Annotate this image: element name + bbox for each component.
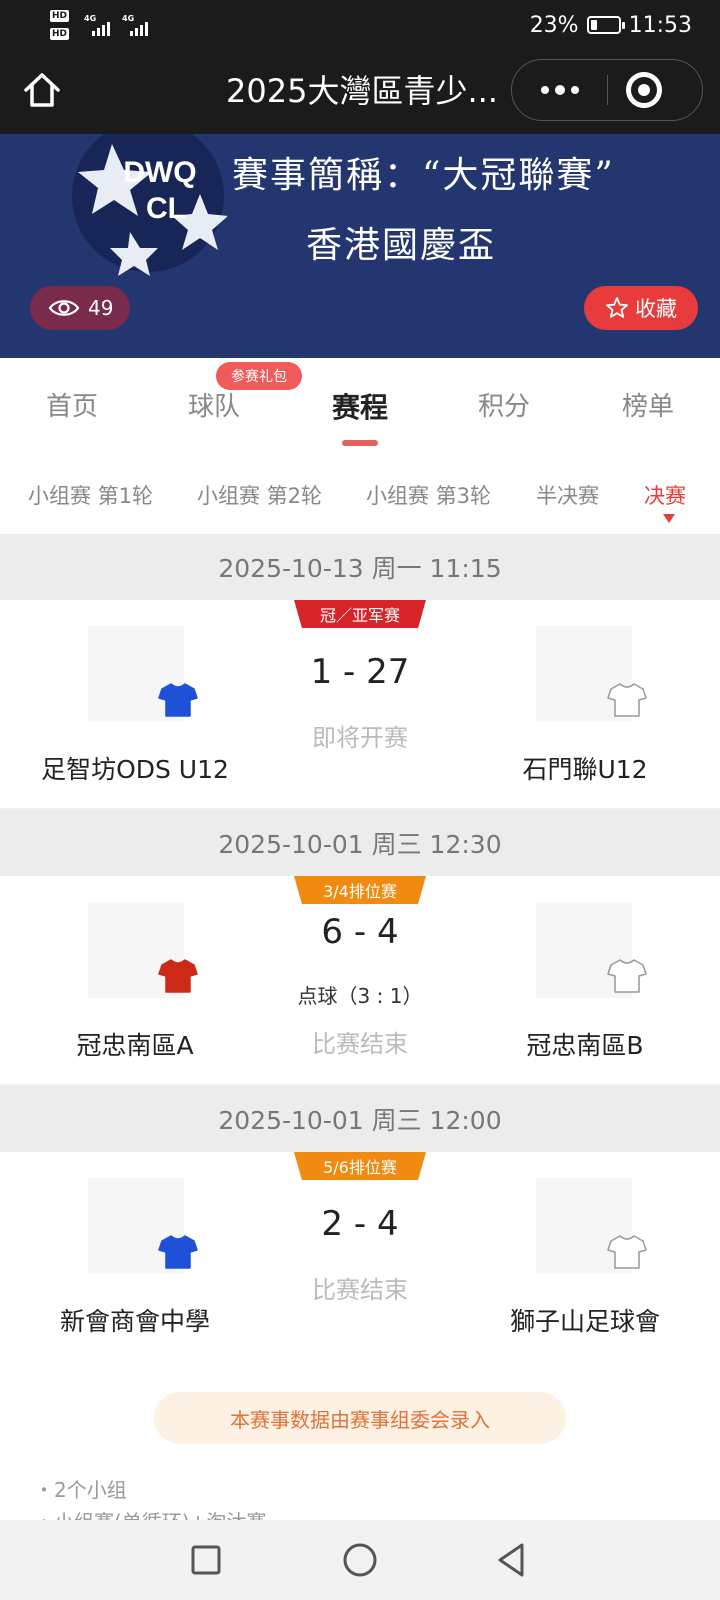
logo-text-dwq: DWQ <box>123 156 196 189</box>
home-team-name[interactable]: 冠忠南區A <box>0 1026 270 1062</box>
match-card[interactable]: 5/6排位赛 新會商會中學 2 - 4 比赛结束 獅子山足球會 <box>0 1152 720 1360</box>
favorite-button[interactable]: 收藏 <box>584 286 698 330</box>
match-score: 1 - 27 <box>310 652 410 692</box>
home-jersey-icon <box>158 1235 198 1269</box>
active-round-arrow-icon <box>663 514 675 523</box>
round-selector: 小组赛 第1轮 小组赛 第2轮 小组赛 第3轮 半决赛 决赛 <box>0 450 720 534</box>
banner-short-name: 賽事簡稱：“大冠聯賽” <box>232 155 615 196</box>
away-jersey-icon <box>607 959 647 993</box>
match-status: 即将开赛 <box>312 724 408 752</box>
home-circle-icon[interactable] <box>340 1540 380 1580</box>
tab-schedule[interactable]: 赛程 <box>310 386 410 426</box>
back-icon[interactable] <box>492 1540 532 1580</box>
hd-badge-2: HD <box>50 28 70 40</box>
active-tab-indicator <box>342 440 378 446</box>
match-stage-badge: 冠／亚军赛 <box>294 600 426 628</box>
battery-percent: 23% <box>529 12 579 38</box>
home-jersey-icon <box>158 959 198 993</box>
penalty-score: 点球（3 : 1） <box>297 984 423 1008</box>
home-team-name[interactable]: 新會商會中學 <box>0 1302 270 1338</box>
page-title: 2025大灣區青少... <box>226 72 498 110</box>
clock: 11:53 <box>628 12 692 38</box>
hd-badge-1: HD <box>50 10 70 22</box>
away-jersey-icon <box>607 1235 647 1269</box>
tab-leaderboard[interactable]: 榜单 <box>598 386 698 423</box>
network-indicators: HD HD 4G 4G <box>50 8 170 44</box>
footer-area: 本赛事数据由赛事组委会录入 ・2个小组 ・小组赛(单循环)+淘汰赛 <box>0 1340 720 1534</box>
data-source-notice: 本赛事数据由赛事组委会录入 <box>154 1392 566 1444</box>
away-jersey-icon <box>607 683 647 717</box>
favorite-label: 收藏 <box>635 297 677 321</box>
match-stage-badge: 5/6排位赛 <box>294 1152 426 1180</box>
more-icon[interactable] <box>512 60 607 120</box>
home-icon[interactable] <box>22 70 62 110</box>
signal-icon: 4G <box>84 14 114 36</box>
round-group-3[interactable]: 小组赛 第3轮 <box>366 480 491 510</box>
view-count: 49 <box>30 286 130 330</box>
rule-note: ・2个小组 <box>34 1478 127 1502</box>
away-team-name[interactable]: 獅子山足球會 <box>450 1302 720 1338</box>
tab-home[interactable]: 首页 <box>22 386 122 423</box>
status-right: 23% 11:53 <box>530 11 692 39</box>
tab-teams[interactable]: 球队 <box>164 386 264 423</box>
mini-program-capsule <box>511 59 703 121</box>
match-score: 6 - 4 <box>321 912 399 952</box>
banner-cup-name: 香港國慶盃 <box>306 225 497 266</box>
tournament-banner: DWQ CL 賽事簡稱：“大冠聯賽” 香港國慶盃 49 收藏 <box>0 134 720 358</box>
close-target-icon[interactable] <box>626 72 662 108</box>
away-team-name[interactable]: 冠忠南區B <box>450 1026 720 1062</box>
tournament-logo: DWQ CL <box>72 134 227 276</box>
away-team-name[interactable]: 石門聯U12 <box>450 750 720 786</box>
round-final[interactable]: 决赛 <box>644 480 686 510</box>
match-date: 2025-10-01 周三 12:00 <box>0 1086 720 1152</box>
system-nav-bar <box>0 1520 720 1600</box>
logo-text-cl: CL <box>146 192 186 225</box>
recent-apps-icon[interactable] <box>186 1540 226 1580</box>
status-bar: HD HD 4G 4G 23% 11:53 <box>0 0 720 50</box>
main-tabs: 首页 球队 参赛礼包 赛程 积分 榜单 <box>0 358 720 451</box>
signal-icon: 4G <box>122 14 152 36</box>
tab-standings[interactable]: 积分 <box>454 386 554 423</box>
eye-icon <box>48 300 80 316</box>
battery-icon <box>586 16 625 34</box>
round-group-1[interactable]: 小组赛 第1轮 <box>28 480 153 510</box>
round-group-2[interactable]: 小组赛 第2轮 <box>197 480 322 510</box>
match-stage-badge: 3/4排位赛 <box>294 876 426 904</box>
match-status: 比赛结束 <box>312 1276 408 1304</box>
view-count-value: 49 <box>88 296 114 320</box>
match-score: 2 - 4 <box>321 1204 399 1244</box>
match-date: 2025-10-13 周一 11:15 <box>0 534 720 600</box>
home-jersey-icon <box>158 683 198 717</box>
star-icon <box>606 297 628 318</box>
title-bar: 2025大灣區青少... <box>0 50 720 134</box>
match-card[interactable]: 3/4排位赛 冠忠南區A 6 - 4 点球（3 : 1） 比赛结束 冠忠南區B <box>0 876 720 1084</box>
home-team-name[interactable]: 足智坊ODS U12 <box>0 750 270 786</box>
round-semifinal[interactable]: 半决赛 <box>536 480 599 510</box>
signup-gift-badge[interactable]: 参赛礼包 <box>216 362 302 390</box>
capsule-divider <box>607 75 608 105</box>
match-card[interactable]: 冠／亚军赛 足智坊ODS U12 1 - 27 即将开赛 石門聯U12 <box>0 600 720 808</box>
match-date: 2025-10-01 周三 12:30 <box>0 810 720 876</box>
match-status: 比赛结束 <box>312 1030 408 1058</box>
